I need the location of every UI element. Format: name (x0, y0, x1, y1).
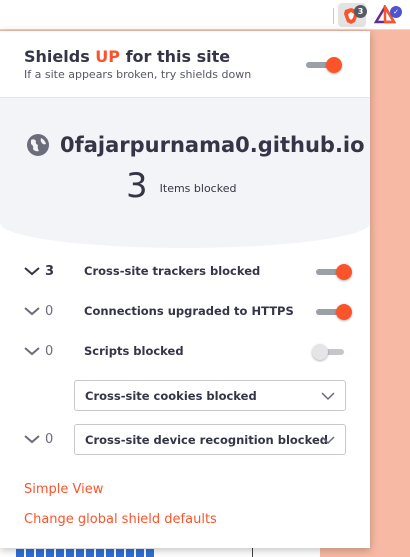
cookies-select[interactable]: Cross-site cookies blocked (74, 380, 346, 411)
scripts-toggle[interactable] (312, 342, 352, 362)
shields-status: UP (95, 47, 120, 66)
globe-icon (27, 134, 49, 156)
chevron-down-icon[interactable] (24, 346, 40, 356)
toggle-knob (336, 304, 352, 320)
shields-panel: Shields UP for this site If a site appea… (0, 31, 370, 548)
total-blocked-label: Items blocked (159, 181, 237, 195)
toggle-knob (326, 57, 342, 73)
shields-count-badge: 3 (354, 5, 367, 18)
title-suffix: for this site (120, 47, 231, 66)
background-page-grid (16, 549, 156, 557)
simple-view-link[interactable]: Simple View (24, 482, 103, 497)
chevron-down-icon[interactable] (24, 266, 40, 276)
trackers-count: 3 (45, 264, 55, 279)
https-label: Connections upgraded to HTTPS (84, 304, 294, 318)
scripts-label: Scripts blocked (84, 344, 184, 358)
shields-subtitle: If a site appears broken, try shields do… (24, 68, 252, 81)
https-row: 0 Connections upgraded to HTTPS (0, 298, 370, 326)
browser-toolbar: 3 ✓ (0, 0, 410, 30)
site-row: 0fajarpurnama0.github.io (26, 128, 365, 162)
fingerprint-select[interactable]: Cross-site device recognition blocked (74, 424, 346, 455)
shields-title: Shields UP for this site (24, 47, 230, 66)
scripts-row: 0 Scripts blocked (0, 338, 370, 366)
toolbar-separator (333, 8, 334, 24)
stats-section: 0fajarpurnama0.github.io 3 Items blocked (0, 98, 370, 248)
blocked-summary: 3 Items blocked (126, 166, 236, 206)
chevron-down-icon (321, 436, 335, 445)
chevron-down-icon[interactable] (24, 306, 40, 316)
chevron-down-icon[interactable] (24, 434, 40, 444)
trackers-row: 3 Cross-site trackers blocked (0, 258, 370, 286)
trackers-toggle[interactable] (314, 262, 354, 282)
fingerprint-count: 0 (45, 432, 54, 447)
global-defaults-link[interactable]: Change global shield defaults (24, 512, 217, 527)
toggle-knob (336, 264, 352, 280)
scripts-count: 0 (45, 344, 54, 359)
cookies-select-value: Cross-site cookies blocked (85, 389, 257, 403)
background-page (370, 31, 410, 557)
rewards-verified-badge: ✓ (390, 6, 402, 18)
fingerprint-select-value: Cross-site device recognition blocked (85, 433, 328, 447)
total-blocked-count: 3 (126, 166, 148, 206)
chevron-down-icon (321, 392, 335, 401)
https-count: 0 (45, 304, 54, 319)
site-name: 0fajarpurnama0.github.io (60, 133, 365, 157)
shields-master-toggle[interactable] (304, 55, 344, 75)
trackers-label: Cross-site trackers blocked (84, 264, 261, 278)
toggle-knob (312, 344, 328, 360)
shields-header: Shields UP for this site If a site appea… (0, 31, 370, 98)
background-page-divider (252, 548, 253, 557)
title-prefix: Shields (24, 47, 96, 66)
https-toggle[interactable] (314, 302, 354, 322)
